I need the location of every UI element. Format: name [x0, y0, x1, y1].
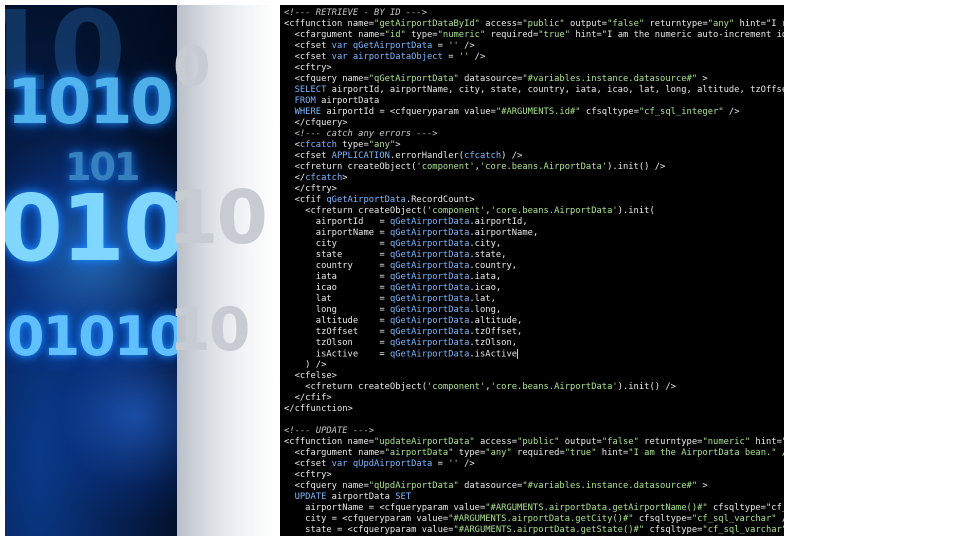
code-line: <cfset var airportDataObject = '' /> [284, 52, 486, 62]
code-line: city = qGetAirportData.city, [284, 239, 502, 249]
code-line: airportId = qGetAirportData.airportId, [284, 217, 528, 227]
code-line: airportName = qGetAirportData.airportNam… [284, 228, 539, 238]
code-editor[interactable]: <!--- RETRIEVE - BY ID ---> <cffunction n… [280, 5, 784, 536]
code-line: isActive = qGetAirportData.isActive [284, 349, 519, 360]
code-line: <cfset var qUpdAirportData = '' /> [284, 459, 475, 469]
code-line: <cfset var qGetAirportData = '' /> [284, 41, 475, 51]
code-line: <!--- catch any errors ---> [284, 129, 438, 139]
code-line: UPDATE airportData SET [294, 492, 412, 502]
code-line: lat = qGetAirportData.lat, [284, 294, 496, 304]
code-line: <cftry> [284, 470, 332, 480]
code-line: <cfquery name="qGetAirportData" datasour… [284, 74, 708, 84]
code-line: </cfcatch> [284, 173, 348, 183]
code-line: airportName = <cfqueryparam value="#ARGU… [284, 503, 784, 513]
code-line: ) /> [284, 360, 327, 370]
code-line: altitude = qGetAirportData.altitude, [284, 316, 523, 326]
code-line: city = <cfqueryparam value="#ARGUMENTS.a… [284, 514, 784, 524]
code-line: SELECT airportId, airportName, city, sta… [294, 85, 784, 95]
binary-digits-row-4: 01010010 [7, 305, 177, 368]
code-line: </cftry> [284, 184, 337, 194]
code-line: <cfset APPLICATION.errorHandler(cfcatch)… [284, 151, 523, 161]
code-line: <cfargument name="id" type="numeric" req… [284, 30, 784, 40]
code-line: country = qGetAirportData.country, [284, 261, 518, 271]
code-line: <cfif qGetAirportData.RecordCount> [284, 195, 475, 205]
ghost-digits-3: 10 [169, 295, 250, 365]
code-line: WHERE airportId = <cfqueryparam value="#… [294, 107, 740, 117]
code-line: <cffunction name="updateAirportData" acc… [284, 437, 784, 447]
code-line: </cfquery> [284, 118, 348, 128]
text-cursor [517, 349, 519, 359]
code-line: </cfif> [284, 393, 332, 403]
code-line: iata = qGetAirportData.iata, [284, 272, 502, 282]
binary-art-panel: 10 1010 101 010111 01010010 [5, 5, 177, 536]
code-line: <cfquery name="qUpdAirportData" datasour… [284, 481, 708, 491]
binary-digits-row-3: 010111 [5, 175, 177, 282]
code-line: long = qGetAirportData.long, [284, 305, 502, 315]
code-line: <cfcatch type="any"> [284, 140, 401, 150]
code-line: <cftry> [284, 63, 332, 73]
code-line: <cffunction name="getAirportDataById" ac… [284, 19, 784, 29]
code-line: FROM airportData [294, 96, 380, 106]
code-line: state = qGetAirportData.state, [284, 250, 507, 260]
code-line: tzOlson = qGetAirportData.tzOlson, [284, 338, 518, 348]
code-line: <cfelse> [284, 371, 337, 381]
fade-overlay: 0 10 10 [167, 5, 277, 536]
binary-digits-row-1: 1010 [7, 65, 174, 138]
code-line: <!--- UPDATE ---> [284, 426, 375, 436]
ghost-digits-1: 0 [173, 35, 211, 98]
code-line: state = <cfqueryparam value="#ARGUMENTS.… [284, 525, 784, 535]
code-line: <cfreturn createObject('component','core… [284, 162, 666, 172]
code-line: <!--- RETRIEVE - BY ID ---> [284, 8, 427, 18]
code-listing: <!--- RETRIEVE - BY ID ---> <cffunction n… [280, 5, 784, 536]
code-line: <cfreturn createObject('component','core… [284, 382, 676, 392]
code-line: <cfargument name="airportData" type="any… [284, 448, 784, 458]
code-line: </cffunction> [284, 404, 353, 414]
ghost-digits-2: 10 [167, 175, 268, 261]
code-line: tzOffset = qGetAirportData.tzOffset, [284, 327, 523, 337]
code-line: <cfreturn createObject('component','core… [284, 206, 655, 216]
slide: 10 1010 101 010111 01010010 0 10 10 <!--… [0, 0, 960, 540]
code-line: icao = qGetAirportData.icao, [284, 283, 502, 293]
